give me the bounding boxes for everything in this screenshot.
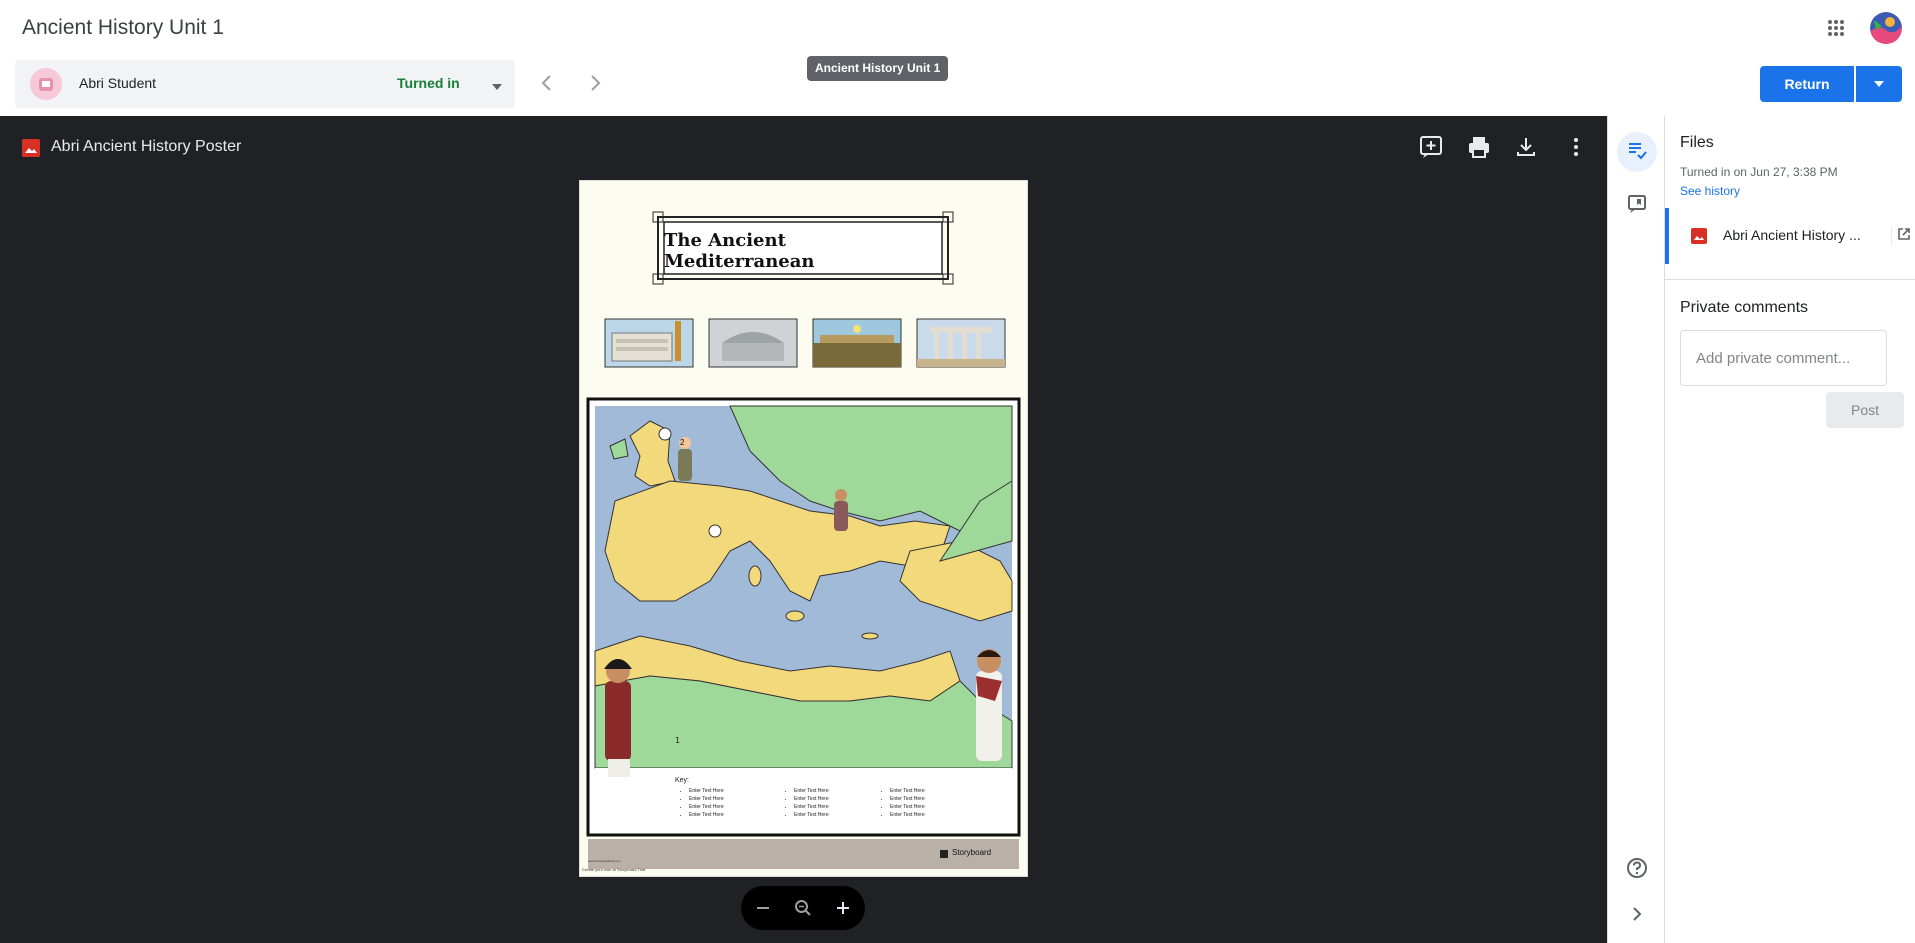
see-history-link[interactable]: See history xyxy=(1680,184,1740,198)
files-heading: Files xyxy=(1680,134,1714,151)
collapse-panel-button[interactable] xyxy=(1617,896,1657,936)
open-in-new-icon[interactable] xyxy=(1891,226,1911,246)
private-comment-box xyxy=(1680,330,1887,386)
turned-in-timestamp: Turned in on Jun 27, 3:38 PM xyxy=(1680,165,1838,179)
chevron-right-icon xyxy=(1626,903,1648,930)
chevron-right-icon[interactable] xyxy=(585,72,605,94)
page-title: Ancient History Unit 1 xyxy=(22,16,224,39)
image-file-icon xyxy=(22,139,40,157)
attached-file-name: Abri Ancient History ... xyxy=(1723,227,1861,243)
key-item: Enter Text Here xyxy=(794,787,829,795)
key-item: Enter Text Here xyxy=(689,795,724,803)
side-rail xyxy=(1607,116,1664,943)
thumbnail-forum xyxy=(916,318,1006,368)
image-file-icon xyxy=(1691,228,1707,244)
divider xyxy=(1665,279,1915,280)
help-button[interactable] xyxy=(1617,850,1657,890)
comments-tab[interactable] xyxy=(1617,186,1657,226)
caret-down-icon xyxy=(1873,75,1885,93)
student-selector[interactable]: Abri Student Turned in xyxy=(15,60,515,108)
zoom-in-icon[interactable] xyxy=(833,898,853,918)
title-tooltip: Ancient History Unit 1 xyxy=(807,56,949,81)
poster-page: The Ancient Mediterranean 1 Key: Enter T… xyxy=(579,180,1028,877)
key-item: Enter Text Here xyxy=(689,787,724,795)
key-column-1: Enter Text Here Enter Text Here Enter Te… xyxy=(683,787,724,819)
key-item: Enter Text Here xyxy=(890,787,925,795)
key-item: Enter Text Here xyxy=(890,803,925,811)
key-item: Enter Text Here xyxy=(689,803,724,811)
marker-label-1: 1 xyxy=(675,736,681,745)
thumbnail-colosseum xyxy=(604,318,694,368)
key-label: Key: xyxy=(675,777,690,784)
side-panel: Files Turned in on Jun 27, 3:38 PM See h… xyxy=(1664,116,1915,943)
private-comment-input[interactable] xyxy=(1681,331,1886,385)
thumbnail-pantheon xyxy=(708,318,798,368)
print-icon[interactable] xyxy=(1466,134,1492,160)
status-badge: Turned in xyxy=(397,75,460,91)
key-item: Enter Text Here xyxy=(794,803,829,811)
student-name: Abri Student xyxy=(79,75,157,91)
rubric-comment-icon xyxy=(1626,193,1648,220)
mediterranean-map xyxy=(594,405,1013,769)
key-item: Enter Text Here xyxy=(890,795,925,803)
attached-file[interactable]: Abri Ancient History ... xyxy=(1665,208,1915,264)
return-button[interactable]: Return xyxy=(1760,66,1854,102)
grading-icon xyxy=(1626,139,1648,166)
files-tab[interactable] xyxy=(1617,132,1657,172)
top-bar: Ancient History Unit 1 Abri Student Turn… xyxy=(0,0,1915,116)
file-name: Abri Ancient History Poster xyxy=(51,138,242,155)
chevron-left-icon[interactable] xyxy=(537,72,557,94)
key-item: Enter Text Here xyxy=(890,811,925,819)
key-column-2: Enter Text Here Enter Text Here Enter Te… xyxy=(788,787,829,819)
poster-title: The Ancient Mediterranean xyxy=(664,230,815,272)
poster-footer: Create your own at Storyboard That xyxy=(582,867,646,872)
more-vert-icon[interactable] xyxy=(1563,134,1589,160)
key-item: Enter Text Here xyxy=(794,811,829,819)
zoom-out-icon[interactable] xyxy=(753,898,773,918)
add-comment-icon[interactable] xyxy=(1418,134,1444,160)
student-avatar xyxy=(30,68,62,100)
character-right xyxy=(976,649,1002,761)
storyboard-brand: Storyboard xyxy=(952,848,992,857)
document-viewer: Abri Ancient History Poster The Ancient … xyxy=(0,116,1607,943)
key-item: Enter Text Here xyxy=(794,795,829,803)
key-item: Enter Text Here xyxy=(689,811,724,819)
zoom-reset-icon[interactable] xyxy=(793,898,813,918)
key-column-3: Enter Text Here Enter Text Here Enter Te… xyxy=(884,787,925,819)
chevron-down-icon[interactable] xyxy=(491,79,503,90)
zoom-controls xyxy=(741,886,865,930)
character-left xyxy=(604,659,632,777)
thumbnail-aqueduct xyxy=(812,318,902,368)
poster-url: www.storyboardthat.com xyxy=(588,859,621,863)
download-icon[interactable] xyxy=(1513,134,1539,160)
marker-label-2: 2 xyxy=(680,438,685,447)
post-button[interactable]: Post xyxy=(1826,392,1904,428)
private-comments-heading: Private comments xyxy=(1680,299,1809,316)
account-avatar[interactable] xyxy=(1870,12,1902,44)
return-options-button[interactable] xyxy=(1856,66,1902,102)
help-icon xyxy=(1626,857,1648,884)
apps-grid-icon[interactable] xyxy=(1824,16,1848,40)
